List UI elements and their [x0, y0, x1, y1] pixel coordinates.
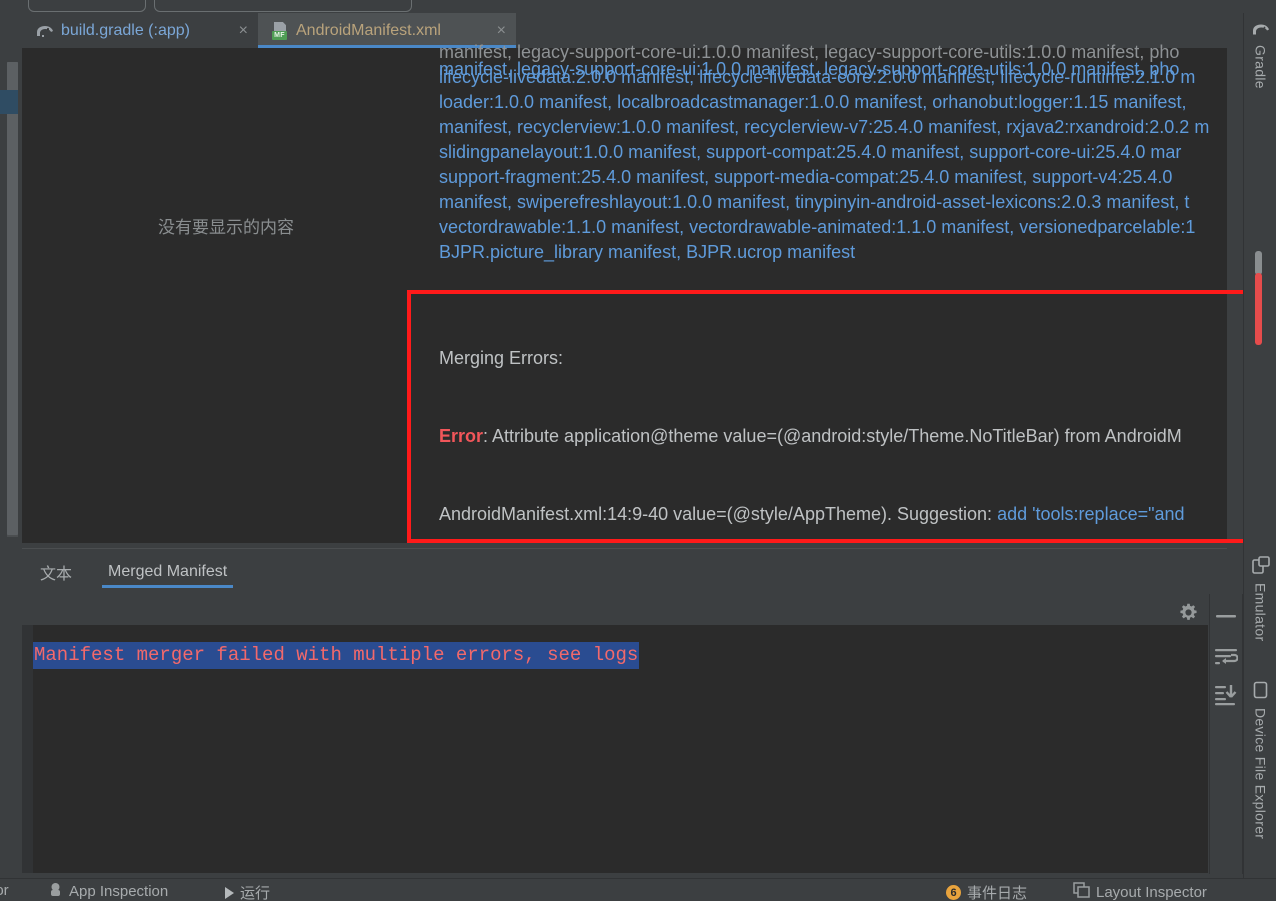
manifest-line-5: support-fragment:25.4.0 manifest, suppor…	[439, 167, 1173, 187]
toolbar-control-1[interactable]	[28, 0, 146, 12]
device-icon	[1253, 681, 1268, 702]
tab-label: AndroidManifest.xml	[296, 21, 441, 39]
error-1-line-2: AndroidManifest.xml:14:9-40 value=(@styl…	[439, 504, 1185, 524]
tab-merged-manifest[interactable]: Merged Manifest	[90, 549, 245, 594]
error-label: Error	[439, 426, 484, 446]
build-output-panel: Manifest merger failed with multiple err…	[0, 594, 1276, 878]
status-label: App Inspection	[69, 883, 169, 900]
status-item-run[interactable]: 运行	[225, 882, 270, 901]
tool-window-gradle[interactable]: Gradle	[1244, 21, 1276, 89]
left-scrollbar-thumb[interactable]	[7, 62, 18, 535]
manifest-line-8: BJPR.picture_library manifest, BJPR.ucro…	[439, 242, 856, 262]
manifest-line-3: manifest, recyclerview:1.0.0 manifest, r…	[439, 117, 1210, 137]
app-inspection-icon	[48, 882, 63, 901]
close-icon[interactable]: ×	[489, 22, 506, 40]
status-label: lor	[0, 882, 9, 899]
scrollbar-thumb[interactable]	[1255, 251, 1262, 275]
status-label: 事件日志	[967, 885, 1028, 901]
scroll-to-end-icon[interactable]	[1212, 682, 1240, 708]
tab-label: Merged Manifest	[108, 562, 228, 580]
layout-inspector-icon	[1073, 882, 1090, 901]
manifest-file-icon-label: MF	[272, 30, 287, 40]
merging-errors-heading: Merging Errors:	[439, 348, 564, 368]
tool-window-label: Device File Explorer	[1252, 708, 1269, 840]
event-log-badge: 6	[946, 885, 961, 900]
tool-window-device-file-explorer[interactable]: Device File Explorer	[1244, 681, 1276, 839]
settings-gear-icon[interactable]	[1177, 601, 1199, 623]
emulator-icon	[1251, 556, 1270, 577]
manifest-line-2: loader:1.0.0 manifest, localbroadcastman…	[439, 92, 1187, 112]
gradle-elephant-icon	[36, 23, 54, 38]
close-icon[interactable]: ×	[231, 22, 248, 40]
run-play-icon	[225, 886, 234, 899]
toolbar-control-2[interactable]	[154, 0, 412, 12]
tab-text-view[interactable]: 文本	[22, 549, 90, 594]
error-1-line-1: Error: Attribute application@theme value…	[439, 426, 1182, 446]
android-studio-window: build.gradle (:app) × MF AndroidManifest…	[0, 0, 1276, 901]
console-gutter	[22, 625, 33, 873]
left-scrollbar-highlight	[0, 90, 18, 114]
tab-label: build.gradle (:app)	[61, 21, 190, 39]
manifest-line-0: manifest, legacy-support-core-ui:1.0.0 m…	[439, 42, 1180, 62]
manifest-sources-block: manifest, legacy-support-core-ui:1.0.0 m…	[439, 40, 1239, 265]
status-item-app-inspection[interactable]: App Inspection	[48, 882, 168, 901]
tab-build-gradle[interactable]: build.gradle (:app) ×	[22, 13, 258, 48]
tool-window-label: Emulator	[1252, 583, 1269, 642]
merged-manifest-tree-pane: 没有要显示的内容	[22, 48, 430, 543]
build-output-console[interactable]: Manifest merger failed with multiple err…	[22, 625, 1208, 873]
suggestion-link[interactable]: add 'tools:replace="and	[997, 504, 1184, 524]
manifest-line-4: slidingpanelayout:1.0.0 manifest, suppor…	[439, 142, 1182, 162]
soft-wrap-icon[interactable]	[1212, 646, 1240, 670]
manifest-line-7: vectordrawable:1.1.0 manifest, vectordra…	[439, 217, 1196, 237]
status-label: Layout Inspector	[1096, 883, 1207, 901]
editor-mode-tabs: 文本 Merged Manifest	[22, 548, 1227, 594]
status-item-truncated[interactable]: lor	[0, 882, 9, 899]
minimize-icon[interactable]	[1214, 607, 1238, 625]
tool-window-label: Gradle	[1252, 45, 1269, 89]
toolbar-strip	[0, 0, 1276, 13]
status-bar: lor App Inspection 运行 6 事件日志	[0, 878, 1276, 901]
status-item-layout-inspector[interactable]: Layout Inspector	[1073, 882, 1207, 901]
tab-label: 文本	[40, 565, 73, 583]
manifest-file-icon: MF	[272, 21, 289, 40]
error-stripe-marker[interactable]	[1255, 273, 1262, 345]
manifest-line-6: manifest, swiperefreshlayout:1.0.0 manif…	[439, 192, 1190, 212]
status-label: 运行	[240, 885, 271, 901]
tool-window-emulator[interactable]: Emulator	[1244, 556, 1276, 641]
empty-state-message: 没有要显示的内容	[158, 218, 294, 237]
status-item-event-log[interactable]: 6 事件日志	[946, 882, 1027, 901]
build-error-message[interactable]: Manifest merger failed with multiple err…	[33, 642, 640, 669]
gradle-elephant-icon	[1251, 21, 1271, 39]
manifest-line-1: lifecycle-livedata:2.0.0 manifest, lifec…	[439, 67, 1196, 87]
